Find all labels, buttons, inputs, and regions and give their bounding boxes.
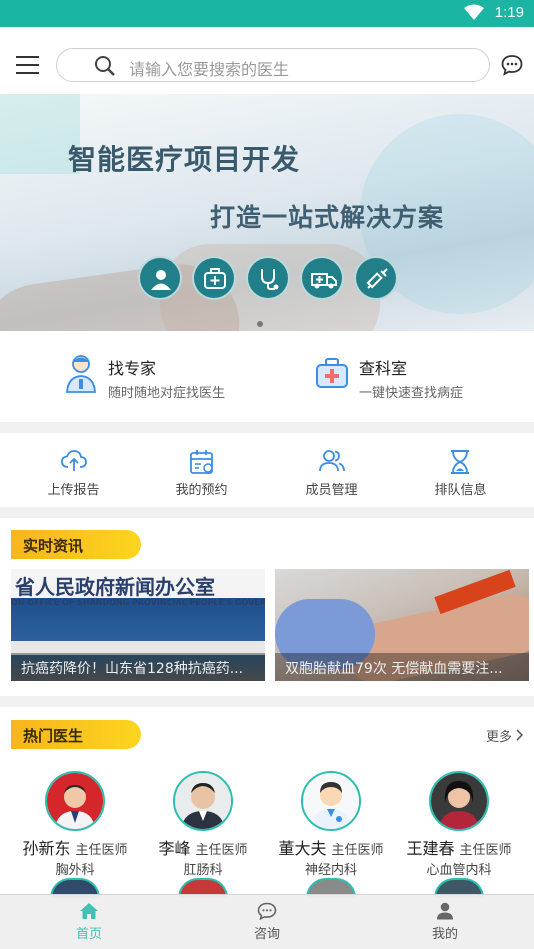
doctor-name-line: 董大夫 主任医师 [267,835,395,859]
nav-profile-label: 我的 [431,927,458,942]
promo-banner[interactable]: 智能医疗项目开发 打造一站式解决方案 [0,94,534,331]
hourglass-icon [448,449,472,479]
menu-icon[interactable] [16,55,40,75]
medical-kit-icon [315,353,349,397]
search-placeholder: 请输入您要搜索的医生 [129,60,290,79]
find-expert-title: 找专家 [108,359,157,378]
upload-report-button[interactable]: 上传报告 [7,433,140,507]
doctor-title: 主任医师 [331,843,384,858]
doctor-name: 王建春 [406,839,455,858]
nav-home-label: 首页 [75,927,102,942]
doctors-section-title: 热门医生 [23,727,84,745]
top-bar: 请输入您要搜索的医生 [0,27,534,94]
news-photo-banner-subtext: ON OFFICE OF SHANDONG PROVINCIAL PEOPLE'… [11,598,265,607]
wifi-icon [464,4,484,24]
news-card[interactable]: 双胞胎献血79次 无偿献血需要注... [275,569,529,681]
users-icon [319,449,345,477]
doctor-department: 神经内科 [304,863,357,878]
doctor-title: 主任医师 [459,843,512,858]
news-section-title: 实时资讯 [23,537,84,555]
news-caption-bar: 双胞胎献血79次 无偿献血需要注... [275,653,529,681]
doctor-avatar [173,771,233,831]
find-expert-link[interactable]: 找专家 随时随地对症找医生 [64,331,264,422]
doctor-name: 孙新东 [22,839,71,858]
queue-info-button[interactable]: 排队信息 [394,433,527,507]
news-caption: 抗癌药降价！山东省128种抗癌药... [21,661,244,677]
doctor-card[interactable]: 王建春 主任医师 心血管内科 [395,771,523,881]
find-department-title: 查科室 [359,359,408,378]
carousel-indicator[interactable] [257,312,263,331]
find-expert-desc: 随时随地对症找医生 [108,386,226,401]
more-label: 更多 [486,730,513,745]
chevron-right-icon [516,729,524,741]
function-row: 上传报告 我的预约 成员管理 排队信息 [0,433,534,507]
first-aid-kit-icon [192,256,236,300]
doctor-card[interactable]: 李峰 主任医师 肛肠科 [139,771,267,881]
doctor-avatar [45,771,105,831]
status-bar: 1:19 [0,0,534,27]
doctor-department: 胸外科 [55,863,95,878]
find-department-desc: 一键快速查找病症 [359,386,464,401]
news-photo-banner-text: 省人民政府新闻办公室 [15,575,215,599]
doctor-card[interactable]: 董大夫 主任医师 神经内科 [267,771,395,881]
user-icon [435,902,455,924]
doctor-avatar [301,771,361,831]
doctor-department: 肛肠科 [183,863,223,878]
member-management-label: 成员管理 [305,483,358,498]
banner-title: 智能医疗项目开发 [68,143,301,176]
message-icon[interactable] [501,54,523,80]
news-card[interactable]: 省人民政府新闻办公室 ON OFFICE OF SHANDONG PROVINC… [11,569,265,681]
doctor-name-line: 孙新东 主任医师 [11,835,139,859]
doctor-name-line: 李峰 主任医师 [139,835,267,859]
quick-links: 找专家 随时随地对症找医生 查科室 一键快速查找病症 [0,331,534,422]
syringe-icon [354,256,398,300]
my-appointments-button[interactable]: 我的预约 [135,433,268,507]
member-management-button[interactable]: 成员管理 [265,433,398,507]
doctor-title: 主任医师 [195,843,248,858]
news-caption-bar: 抗癌药降价！山东省128种抗癌药... [11,653,265,681]
doctor-card[interactable]: 孙新东 主任医师 胸外科 [11,771,139,881]
expert-doctor-icon [64,353,98,397]
doctor-name: 李峰 [158,839,191,858]
carousel-dot-active [257,321,263,327]
nav-consult-label: 咨询 [253,927,280,942]
search-icon [94,55,116,81]
more-doctors-link[interactable]: 更多 [486,726,524,745]
my-appointments-label: 我的预约 [175,483,228,498]
nav-home[interactable]: 首页 [0,895,178,949]
doctor-avatar [429,771,489,831]
queue-info-label: 排队信息 [434,483,487,498]
doctor-department: 心血管内科 [426,863,492,878]
doctor-name-line: 王建春 主任医师 [395,835,523,859]
calendar-icon [189,449,215,479]
banner-subtitle: 打造一站式解决方案 [210,203,445,232]
chat-icon [257,902,277,924]
status-time: 1:19 [494,4,524,21]
doctor-title: 主任医师 [75,843,128,858]
find-department-link[interactable]: 查科室 一键快速查找病症 [315,331,515,422]
news-caption: 双胞胎献血79次 无偿献血需要注... [285,661,503,677]
doctors-section-tag: 热门医生 [11,720,141,749]
nav-profile[interactable]: 我的 [356,895,534,949]
home-icon [79,902,99,924]
ambulance-icon [300,256,344,300]
bottom-nav: 首页 咨询 我的 [0,894,534,949]
stethoscope-icon [246,256,290,300]
news-section-tag: 实时资讯 [11,530,141,559]
doctor-icon [138,256,182,300]
cloud-upload-icon [61,449,87,477]
search-input[interactable]: 请输入您要搜索的医生 [56,48,490,82]
nav-consult[interactable]: 咨询 [178,895,356,949]
news-section: 实时资讯 省人民政府新闻办公室 ON OFFICE OF SHANDONG PR… [0,518,534,696]
doctor-name: 董大夫 [278,839,327,858]
upload-report-label: 上传报告 [47,483,100,498]
